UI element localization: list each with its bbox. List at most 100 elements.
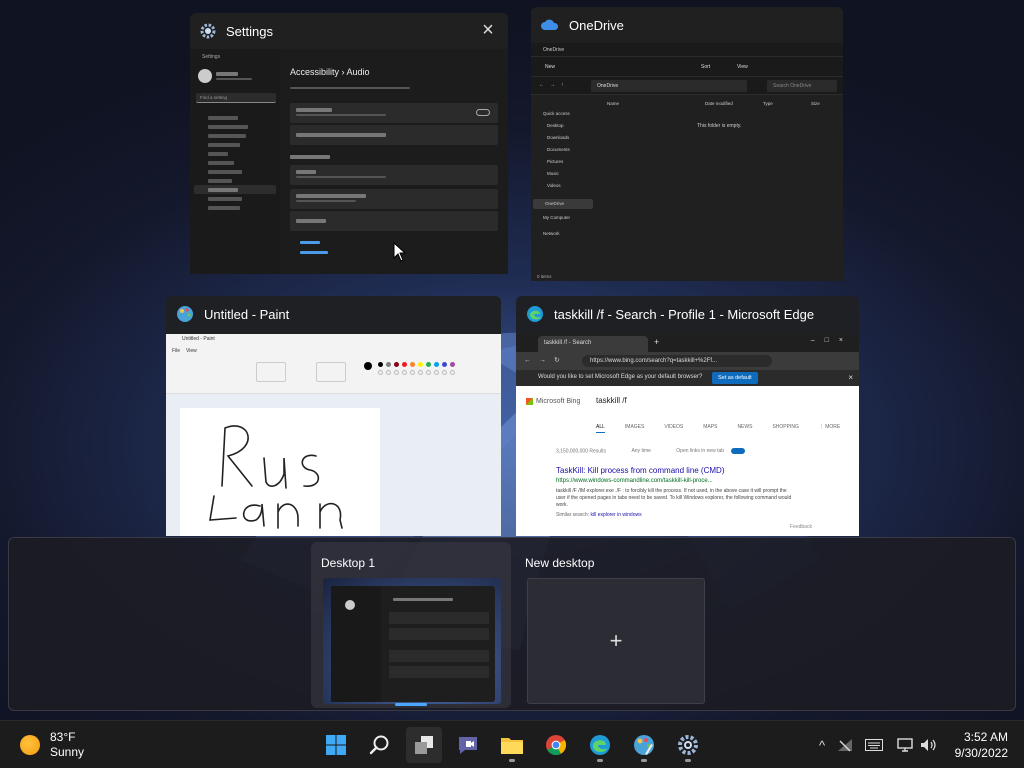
- menu-file[interactable]: File: [172, 348, 180, 354]
- close-icon[interactable]: ×: [848, 373, 853, 382]
- new-desktop-button[interactable]: +: [527, 578, 705, 704]
- desktop-preview[interactable]: [323, 578, 501, 704]
- display-icon[interactable]: [894, 721, 916, 768]
- nav-item-onedrive-selected[interactable]: OneDrive: [533, 199, 593, 209]
- nav-images[interactable]: IMAGES: [625, 424, 644, 433]
- paint-button[interactable]: [626, 727, 662, 763]
- nav-item[interactable]: Quick access: [543, 111, 570, 116]
- nav-item[interactable]: Documents: [547, 147, 570, 152]
- nav-arrows[interactable]: ←→↑: [539, 82, 570, 88]
- nav-item[interactable]: Pictures: [547, 159, 563, 164]
- color-swatch[interactable]: [410, 370, 415, 375]
- set-default-button[interactable]: Set as default: [712, 372, 758, 384]
- shapes-group[interactable]: [316, 362, 346, 382]
- color-swatch[interactable]: [450, 362, 455, 367]
- window-preview[interactable]: OneDrive New Sort View ←→↑ OneDrive Sear…: [531, 43, 843, 281]
- view-button[interactable]: View: [737, 64, 748, 70]
- any-time-filter[interactable]: Any time: [631, 448, 650, 454]
- nav-item[interactable]: Music: [547, 171, 559, 176]
- file-explorer-button[interactable]: [494, 727, 530, 763]
- color-swatch[interactable]: [418, 370, 423, 375]
- window-edge[interactable]: taskkill /f - Search - Profile 1 - Micro…: [516, 296, 859, 536]
- color-swatch[interactable]: [450, 370, 455, 375]
- feedback-link[interactable]: Feedback: [790, 524, 812, 530]
- column-header[interactable]: Type: [763, 101, 773, 106]
- window-paint[interactable]: Untitled - Paint Untitled - Paint File V…: [166, 296, 501, 536]
- result-title[interactable]: TaskKill: Kill process from command line…: [556, 466, 724, 475]
- nav-videos[interactable]: VIDEOS: [664, 424, 683, 433]
- color-swatch[interactable]: [386, 362, 391, 367]
- nav-item[interactable]: Videos: [547, 183, 561, 188]
- volume-icon[interactable]: [918, 721, 940, 768]
- paint-canvas[interactable]: [180, 408, 380, 536]
- color-swatch[interactable]: [394, 362, 399, 367]
- color-swatch[interactable]: [442, 370, 447, 375]
- breadcrumb[interactable]: OneDrive: [591, 80, 747, 92]
- network-offline-icon[interactable]: [834, 721, 856, 768]
- color-swatch[interactable]: [434, 362, 439, 367]
- color-swatch[interactable]: [434, 370, 439, 375]
- window-preview[interactable]: taskkill /f - Search + –□× ←→↻ https://w…: [516, 334, 859, 536]
- color-swatch[interactable]: [410, 362, 415, 367]
- color-swatch[interactable]: [426, 362, 431, 367]
- new-desktop[interactable]: New desktop +: [515, 542, 715, 708]
- settings-search[interactable]: Find a setting: [196, 93, 276, 103]
- color-swatch[interactable]: [378, 362, 383, 367]
- color-swatch[interactable]: [394, 370, 399, 375]
- nav-more[interactable]: ⋮ MORE: [819, 424, 840, 433]
- color-palette[interactable]: [378, 362, 458, 382]
- task-view-button[interactable]: [406, 727, 442, 763]
- nav-item[interactable]: Network: [543, 231, 560, 236]
- open-links-toggle[interactable]: [731, 448, 746, 454]
- column-header[interactable]: Name: [607, 101, 619, 106]
- window-preview[interactable]: Settings Find a setting Accessibility › …: [190, 49, 508, 274]
- weather-widget[interactable]: 83°F Sunny: [20, 729, 84, 761]
- close-icon[interactable]: ×: [478, 20, 498, 41]
- similar-link[interactable]: kill explorer in windows: [590, 512, 641, 518]
- window-controls[interactable]: –□×: [811, 337, 853, 344]
- menu-view[interactable]: View: [186, 348, 197, 354]
- color-swatch[interactable]: [426, 370, 431, 375]
- start-button[interactable]: [318, 727, 354, 763]
- active-color[interactable]: [364, 362, 372, 370]
- chat-button[interactable]: [450, 727, 486, 763]
- search-input[interactable]: Search OneDrive: [767, 80, 837, 92]
- tool-group[interactable]: [256, 362, 286, 382]
- search-input[interactable]: taskkill /f: [596, 396, 627, 405]
- nav-item[interactable]: Desktop: [547, 123, 564, 128]
- nav-shopping[interactable]: SHOPPING: [772, 424, 798, 433]
- column-header[interactable]: Size: [811, 101, 820, 106]
- color-swatch[interactable]: [386, 370, 391, 375]
- new-tab-button[interactable]: +: [654, 337, 659, 347]
- color-swatch[interactable]: [418, 362, 423, 367]
- window-preview[interactable]: Untitled - Paint File View: [166, 334, 501, 536]
- edge-button[interactable]: [582, 727, 618, 763]
- show-hidden-icons[interactable]: ^: [812, 721, 832, 768]
- browser-tab[interactable]: taskkill /f - Search: [538, 336, 648, 352]
- keyboard-icon[interactable]: [862, 721, 886, 768]
- settings-button[interactable]: [670, 727, 706, 763]
- color-swatch[interactable]: [378, 370, 383, 375]
- color-swatch[interactable]: [402, 370, 407, 375]
- sort-button[interactable]: Sort: [701, 64, 710, 70]
- new-button[interactable]: New: [545, 64, 555, 70]
- window-settings[interactable]: Settings × Settings Find a setting Acces…: [190, 13, 508, 274]
- nav-maps[interactable]: MAPS: [703, 424, 717, 433]
- nav-news[interactable]: NEWS: [737, 424, 752, 433]
- chrome-button[interactable]: [538, 727, 574, 763]
- color-swatch[interactable]: [402, 362, 407, 367]
- color-swatch[interactable]: [442, 362, 447, 367]
- nav-buttons[interactable]: ←→↻: [524, 356, 568, 364]
- toggle-switch[interactable]: [476, 109, 490, 116]
- nav-item[interactable]: Downloads: [547, 135, 569, 140]
- column-header[interactable]: Date modified: [705, 101, 733, 106]
- window-onedrive[interactable]: OneDrive OneDrive New Sort View ←→↑ OneD…: [531, 7, 843, 281]
- nav-item[interactable]: My Computer: [543, 215, 570, 220]
- result-url[interactable]: https://www.windows-commandline.com/task…: [556, 478, 713, 484]
- desktop-1[interactable]: Desktop 1: [311, 542, 511, 708]
- nav-all[interactable]: ALL: [596, 424, 605, 433]
- empty-folder-message: This folder is empty.: [697, 123, 742, 129]
- address-bar[interactable]: https://www.bing.com/search?q=taskkill+%…: [582, 355, 772, 367]
- search-button[interactable]: [362, 727, 398, 763]
- clock[interactable]: 3:52 AM 9/30/2022: [955, 729, 1008, 761]
